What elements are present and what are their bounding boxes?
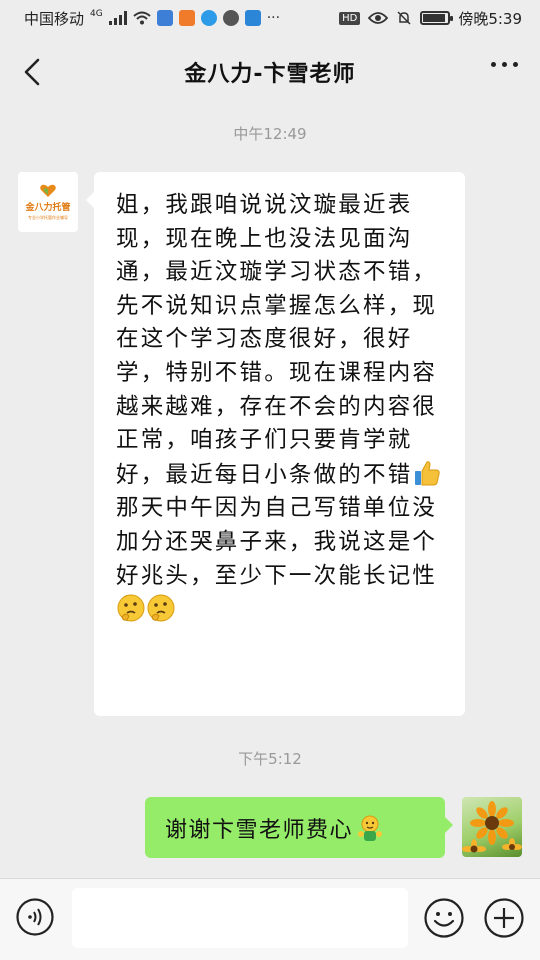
input-bar [0, 878, 540, 960]
carrier-label: 中国移动 [24, 9, 85, 28]
user-avatar[interactable] [462, 797, 522, 857]
sunflower-image [462, 801, 522, 853]
thinking-face-emoji [147, 594, 175, 622]
video-app-icon [178, 10, 195, 26]
logo-text: 金八力托管 [25, 202, 71, 213]
network-label: 4G [90, 9, 103, 19]
app-notification-icon [156, 10, 173, 26]
chat-header: 金八力-卞雪老师 [0, 36, 540, 108]
more-notifications-icon: ··· [266, 10, 281, 26]
eye-icon [368, 12, 389, 24]
clock-label: 傍晚5:39 [458, 9, 522, 28]
message-app-icon [222, 10, 239, 26]
thinking-face-emoji [117, 594, 145, 622]
hd-badge: HD [339, 11, 361, 25]
hugging-emoji [358, 815, 383, 841]
status-bar: 中国移动 4G ··· HD 傍晚5:39 [0, 0, 540, 36]
plus-circle-icon[interactable] [483, 897, 525, 939]
more-dots-icon[interactable] [491, 62, 518, 67]
logo-subtitle: 专业小学托管作业辅导 [28, 214, 68, 220]
incoming-message-text-2: 那天中午因为自己写错单位没加分还哭鼻子来，我说这是个好兆头，至少下一次能长记性 [116, 495, 438, 589]
thumbs-up-emoji [415, 461, 441, 486]
incoming-message-bubble[interactable]: 姐，我跟咱说说汶璇最近表现，现在晚上也没法见面沟通，最近汶璇学习状态不错，先不说… [86, 172, 465, 716]
smiley-icon[interactable] [423, 897, 465, 939]
heart-logo-icon [40, 184, 56, 197]
message-input[interactable] [72, 888, 408, 948]
outgoing-message-bubble[interactable]: 谢谢卞雪老师费心 [145, 797, 453, 858]
incoming-message-text: 姐，我跟咱说说汶璇最近表现，现在晚上也没法见面沟通，最近汶璇学习状态不错，先不说… [116, 192, 438, 488]
chevron-left-icon[interactable] [16, 54, 52, 90]
mute-bell-icon [397, 11, 411, 25]
outgoing-message-text: 谢谢卞雪老师费心 [165, 817, 354, 843]
chat-title: 金八力-卞雪老师 [184, 62, 356, 87]
message-timestamp: 下午5:12 [238, 750, 302, 768]
wifi-icon [133, 11, 151, 25]
battery-icon [420, 11, 454, 25]
browser-app-icon [200, 10, 217, 26]
message-timestamp: 中午12:49 [233, 125, 307, 143]
signal-icon [108, 11, 127, 25]
contact-avatar[interactable]: 金八力托管 专业小学托管作业辅导 [18, 172, 78, 232]
idea-app-icon [244, 10, 261, 26]
voice-icon[interactable] [15, 897, 55, 937]
